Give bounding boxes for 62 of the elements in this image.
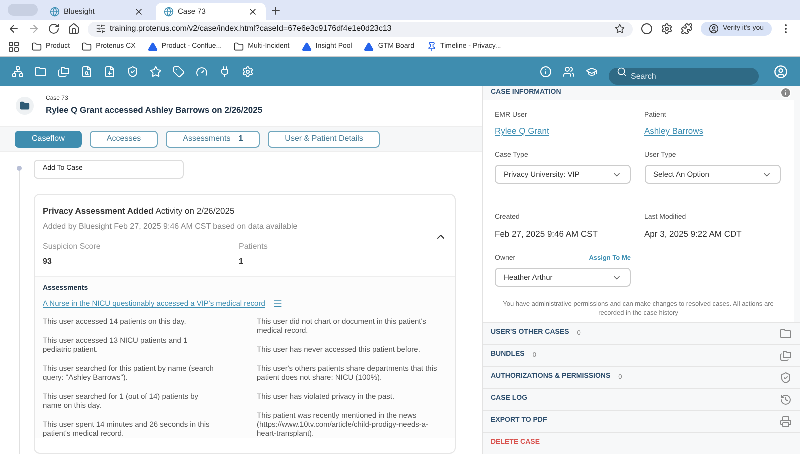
close-icon[interactable] bbox=[134, 6, 144, 16]
folder-icon[interactable] bbox=[35, 66, 47, 78]
triangle-icon bbox=[364, 42, 374, 52]
activity-title: Privacy Assessment Added Activity on 2/26/2025 bbox=[43, 205, 236, 218]
apps-icon[interactable] bbox=[8, 41, 20, 53]
field-link[interactable]: Ashley Barrows bbox=[644, 125, 704, 138]
network-icon[interactable] bbox=[12, 66, 24, 78]
graduation-cap-icon[interactable] bbox=[586, 66, 598, 78]
address-bar[interactable]: training.protenus.com/v2/case/index.html?caseId=67e6e3c9176df4e1e0d23c13 bbox=[88, 22, 633, 36]
field-link[interactable]: Rylee Q Grant bbox=[495, 125, 550, 138]
account-icon[interactable] bbox=[774, 64, 788, 78]
activity-subtitle: Added by Bluesight Feb 27, 2025 9:46 AM CST based on data available bbox=[43, 220, 299, 233]
close-icon[interactable] bbox=[248, 6, 258, 16]
view-tab[interactable]: User & Patient Details bbox=[268, 130, 380, 148]
file-plus-icon[interactable] bbox=[104, 66, 116, 78]
gauge-icon[interactable] bbox=[196, 66, 208, 78]
star-icon[interactable] bbox=[614, 24, 625, 34]
folders-icon[interactable] bbox=[58, 66, 70, 78]
plug-icon[interactable] bbox=[219, 66, 231, 78]
folder-icon bbox=[780, 328, 792, 340]
triangle-icon bbox=[302, 42, 312, 52]
history-icon bbox=[780, 394, 792, 406]
new-tab-icon[interactable] bbox=[270, 5, 282, 17]
stat-value: 93 bbox=[43, 256, 53, 268]
puzzle-icon[interactable] bbox=[680, 23, 693, 35]
info-icon[interactable] bbox=[540, 66, 552, 78]
folders-icon bbox=[780, 350, 792, 362]
site-settings-icon bbox=[96, 24, 106, 34]
back-icon[interactable] bbox=[8, 23, 20, 35]
folder-icon bbox=[20, 101, 30, 111]
stat-label: Patients bbox=[239, 240, 269, 253]
triangle-icon bbox=[148, 42, 158, 52]
folder-icon bbox=[234, 42, 244, 52]
home-icon[interactable] bbox=[68, 23, 80, 35]
tag-icon[interactable] bbox=[173, 66, 185, 78]
users-icon[interactable] bbox=[563, 66, 575, 78]
list-icon[interactable] bbox=[273, 298, 284, 309]
shield-icon bbox=[780, 372, 792, 384]
reload-icon[interactable] bbox=[48, 23, 60, 35]
info-icon[interactable] bbox=[780, 86, 792, 99]
globe-icon bbox=[50, 6, 60, 16]
globe-icon bbox=[164, 6, 174, 16]
forward-icon[interactable] bbox=[28, 23, 40, 35]
avatar-icon bbox=[708, 24, 719, 34]
url-text: training.protenus.com/v2/case/index.html?caseId=67e6e3c9176df4e1e0d23c13 bbox=[110, 23, 393, 35]
pin-icon bbox=[426, 42, 437, 52]
folder-icon bbox=[32, 42, 42, 52]
file-search-icon[interactable] bbox=[81, 66, 93, 78]
view-tab[interactable]: Assessments 1 bbox=[166, 130, 260, 148]
view-tab[interactable]: Accesses bbox=[90, 130, 158, 148]
settings-icon[interactable] bbox=[242, 66, 254, 78]
field-value: Apr 3, 2025 9:22 AM CDT bbox=[644, 228, 743, 240]
field-value: Feb 27, 2025 9:46 AM CST bbox=[495, 228, 600, 240]
printer-icon bbox=[780, 416, 792, 428]
search-icon bbox=[617, 67, 627, 77]
folder-icon bbox=[82, 42, 92, 52]
stat-value: 1 bbox=[239, 256, 244, 268]
stat-label: Suspicion Score bbox=[43, 240, 102, 253]
view-tab[interactable]: Caseflow bbox=[15, 130, 82, 148]
case-title: Rylee Q Grant accessed Ashley Barrows on 2/26/2025 bbox=[46, 104, 263, 117]
shield-icon[interactable] bbox=[127, 66, 139, 78]
search-field[interactable]: Search bbox=[609, 68, 759, 85]
